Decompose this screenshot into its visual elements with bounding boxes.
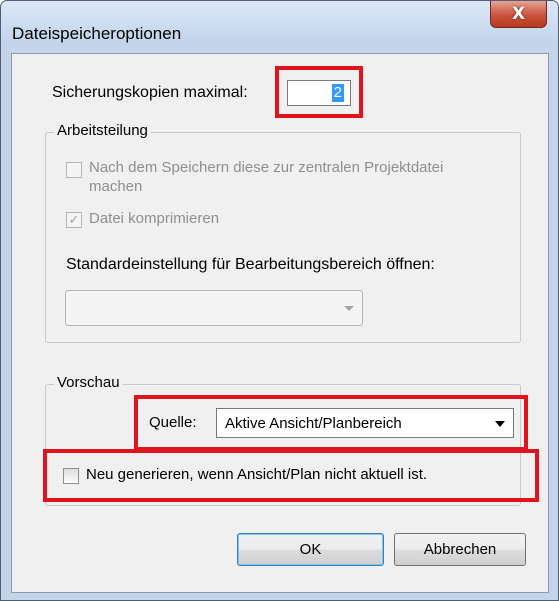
backups-label: Sicherungskopien maximal: <box>52 84 248 101</box>
worksharing-group-title: Arbeitsteilung <box>54 122 151 139</box>
backups-value: 2 <box>331 84 344 102</box>
make-central-label-line1: Nach dem Speichern diese zur zentralen P… <box>89 159 444 176</box>
compress-checkbox[interactable]: ✓ <box>66 212 82 228</box>
compress-label: Datei komprimieren <box>89 210 220 227</box>
source-select[interactable]: Aktive Ansicht/Planbereich <box>216 408 514 438</box>
ok-button[interactable]: OK <box>237 533 384 566</box>
regenerate-label: Neu generieren, wenn Ansicht/Plan nicht … <box>86 466 428 483</box>
default-workset-select[interactable] <box>65 290 363 326</box>
default-workset-label: Standardeinstellung für Bearbeitungsbere… <box>66 256 435 273</box>
make-central-label-line2: machen <box>89 178 143 195</box>
checkmark-icon: ✓ <box>68 212 80 227</box>
chevron-down-icon <box>344 306 354 311</box>
preview-group <box>45 384 521 506</box>
source-value: Aktive Ansicht/Planbereich <box>225 415 402 432</box>
make-central-checkbox[interactable] <box>66 162 82 178</box>
chevron-down-icon <box>495 421 505 427</box>
close-icon: X <box>511 4 526 24</box>
close-button[interactable]: X <box>490 1 547 28</box>
preview-group-title: Vorschau <box>54 374 123 391</box>
cancel-button[interactable]: Abbrechen <box>394 533 526 566</box>
regenerate-checkbox[interactable] <box>63 468 79 484</box>
title-bar[interactable]: Dateispeicheroptionen X <box>1 1 558 45</box>
backups-input[interactable]: 2 <box>287 80 351 106</box>
source-label: Quelle: <box>149 414 197 431</box>
window-title: Dateispeicheroptionen <box>12 24 182 43</box>
